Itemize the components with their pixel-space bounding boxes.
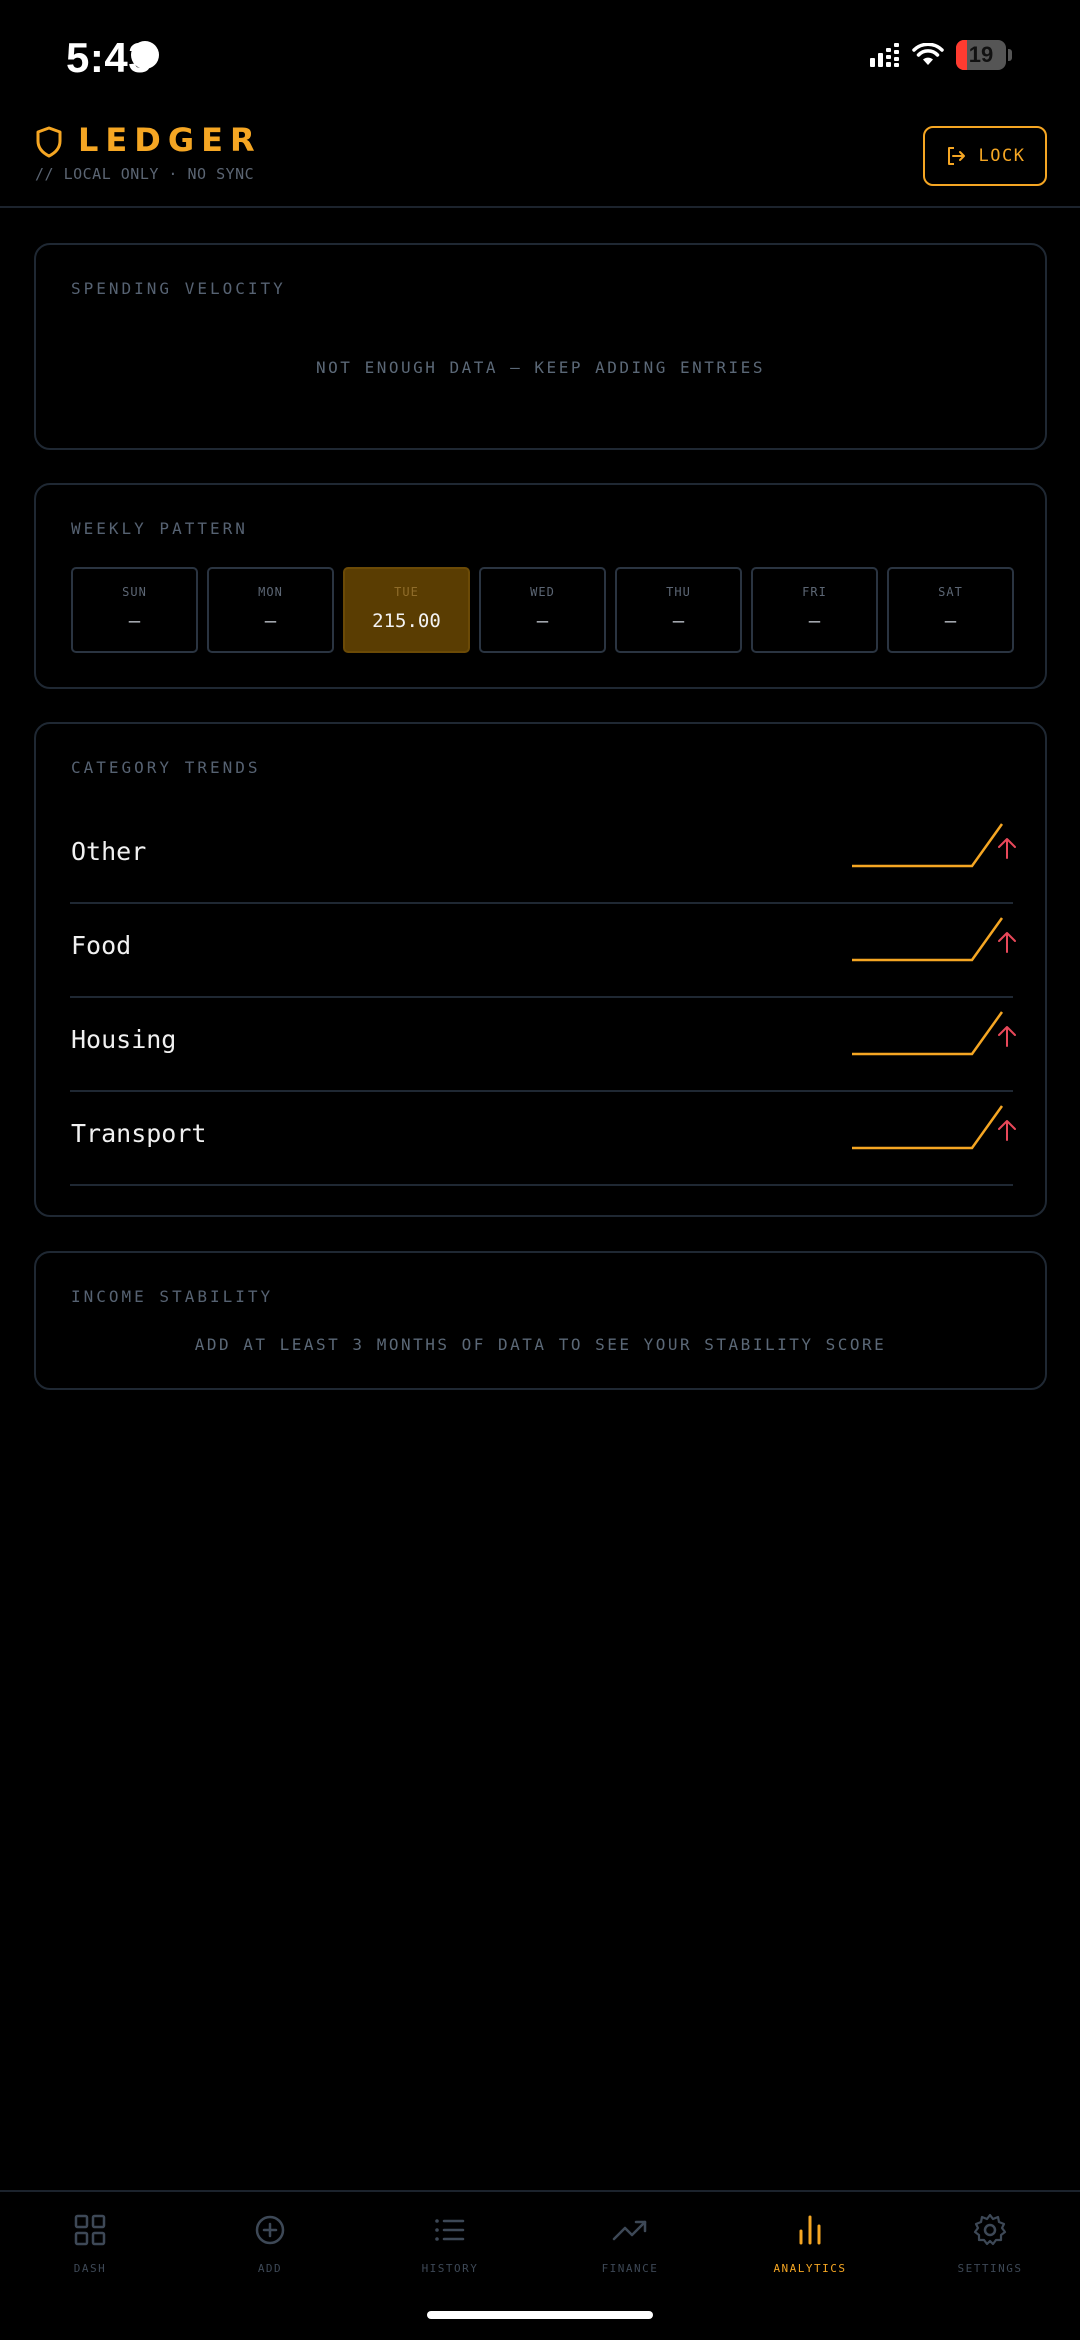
trend-row-food[interactable]: Food: [70, 904, 1016, 998]
nav-label: ANALYTICS: [773, 2262, 847, 2275]
day-cell-sat[interactable]: SAT —: [887, 567, 1014, 653]
card-title: CATEGORY TRENDS: [71, 758, 261, 777]
category-trends-card: CATEGORY TRENDS Other Food Housing Trans…: [34, 722, 1047, 1217]
grid-icon: [74, 2214, 106, 2246]
trend-row-transport[interactable]: Transport: [70, 1092, 1016, 1186]
day-cell-thu[interactable]: THU —: [615, 567, 742, 653]
day-value: —: [672, 610, 685, 632]
trending-up-icon: [612, 2220, 647, 2241]
day-label: SUN: [122, 585, 147, 599]
brand-subtitle: // LOCAL ONLY · NO SYNC: [35, 165, 255, 183]
nav-label: FINANCE: [601, 2262, 659, 2275]
day-cell-fri[interactable]: FRI —: [751, 567, 878, 653]
day-label: MON: [258, 585, 283, 599]
day-value: —: [536, 610, 549, 632]
home-indicator[interactable]: [427, 2311, 653, 2319]
plus-circle-icon: [255, 2215, 285, 2245]
arrow-up-icon: [998, 838, 1016, 859]
battery-level: 19: [968, 42, 994, 67]
brand-title: LEDGER: [78, 121, 262, 159]
cellular-signal-icon: [870, 43, 899, 67]
weekly-pattern-card: WEEKLY PATTERN SUN — MON — TUE 215.00 WE…: [34, 483, 1047, 689]
day-value: —: [264, 610, 277, 632]
sparkline: [852, 823, 1004, 868]
category-name: Housing: [71, 1025, 177, 1054]
nav-history[interactable]: HISTORY: [360, 2192, 540, 2292]
sparkline: [852, 1011, 1004, 1056]
battery-icon: 19: [956, 40, 1006, 70]
day-value: 215.00: [372, 610, 441, 632]
day-cell-tue[interactable]: TUE 215.00: [343, 567, 470, 653]
nav-label: ADD: [257, 2262, 283, 2275]
nav-label: DASH: [73, 2262, 107, 2275]
empty-state-message: NOT ENOUGH DATA — KEEP ADDING ENTRIES: [316, 358, 765, 377]
category-name: Transport: [71, 1119, 207, 1148]
arrow-up-icon: [998, 1026, 1016, 1047]
day-value: —: [128, 610, 141, 632]
category-name: Other: [71, 837, 147, 866]
day-value: —: [808, 610, 821, 632]
day-label: TUE: [394, 585, 419, 599]
sparkline: [852, 917, 1004, 962]
app-header: LEDGER // LOCAL ONLY · NO SYNC LOCK: [0, 110, 1080, 208]
shield-icon: [36, 126, 62, 158]
weekday-grid: SUN — MON — TUE 215.00 WED — THU — FRI —…: [71, 567, 1014, 653]
list-icon: [435, 2219, 465, 2241]
card-title: SPENDING VELOCITY: [71, 279, 286, 298]
day-label: WED: [530, 585, 555, 599]
status-icons: 19: [870, 38, 1012, 72]
nav-add[interactable]: ADD: [180, 2192, 360, 2292]
nav-label: HISTORY: [421, 2262, 479, 2275]
wifi-icon: [912, 43, 944, 65]
nav-label: SETTINGS: [957, 2262, 1023, 2275]
recording-indicator-icon: [131, 41, 159, 69]
day-cell-wed[interactable]: WED —: [479, 567, 606, 653]
nav-settings[interactable]: SETTINGS: [900, 2192, 1080, 2292]
day-value: —: [944, 610, 957, 632]
bar-chart-icon: [799, 2215, 821, 2245]
status-bar: 5:43 19: [0, 0, 1080, 110]
day-label: THU: [666, 585, 691, 599]
day-label: SAT: [938, 585, 963, 599]
nav-analytics[interactable]: ANALYTICS: [720, 2192, 900, 2292]
day-cell-sun[interactable]: SUN —: [71, 567, 198, 653]
category-name: Food: [71, 931, 132, 960]
card-title: WEEKLY PATTERN: [71, 519, 248, 538]
spending-velocity-card: SPENDING VELOCITY NOT ENOUGH DATA — KEEP…: [34, 243, 1047, 450]
day-cell-mon[interactable]: MON —: [207, 567, 334, 653]
income-stability-card: INCOME STABILITY ADD AT LEAST 3 MONTHS O…: [34, 1251, 1047, 1390]
lock-label: LOCK: [978, 146, 1026, 166]
arrow-up-icon: [998, 1120, 1016, 1141]
logout-icon: [947, 147, 965, 165]
arrow-up-icon: [998, 932, 1016, 953]
trend-row-housing[interactable]: Housing: [70, 998, 1016, 1092]
empty-state-message: ADD AT LEAST 3 MONTHS OF DATA TO SEE YOU…: [194, 1335, 887, 1354]
nav-dash[interactable]: DASH: [0, 2192, 180, 2292]
card-title: INCOME STABILITY: [71, 1287, 274, 1306]
lock-button[interactable]: LOCK: [923, 126, 1047, 186]
day-label: FRI: [802, 585, 827, 599]
sparkline: [852, 1105, 1004, 1150]
nav-finance[interactable]: FINANCE: [540, 2192, 720, 2292]
gear-icon: [973, 2213, 1007, 2246]
trend-row-other[interactable]: Other: [70, 810, 1016, 904]
